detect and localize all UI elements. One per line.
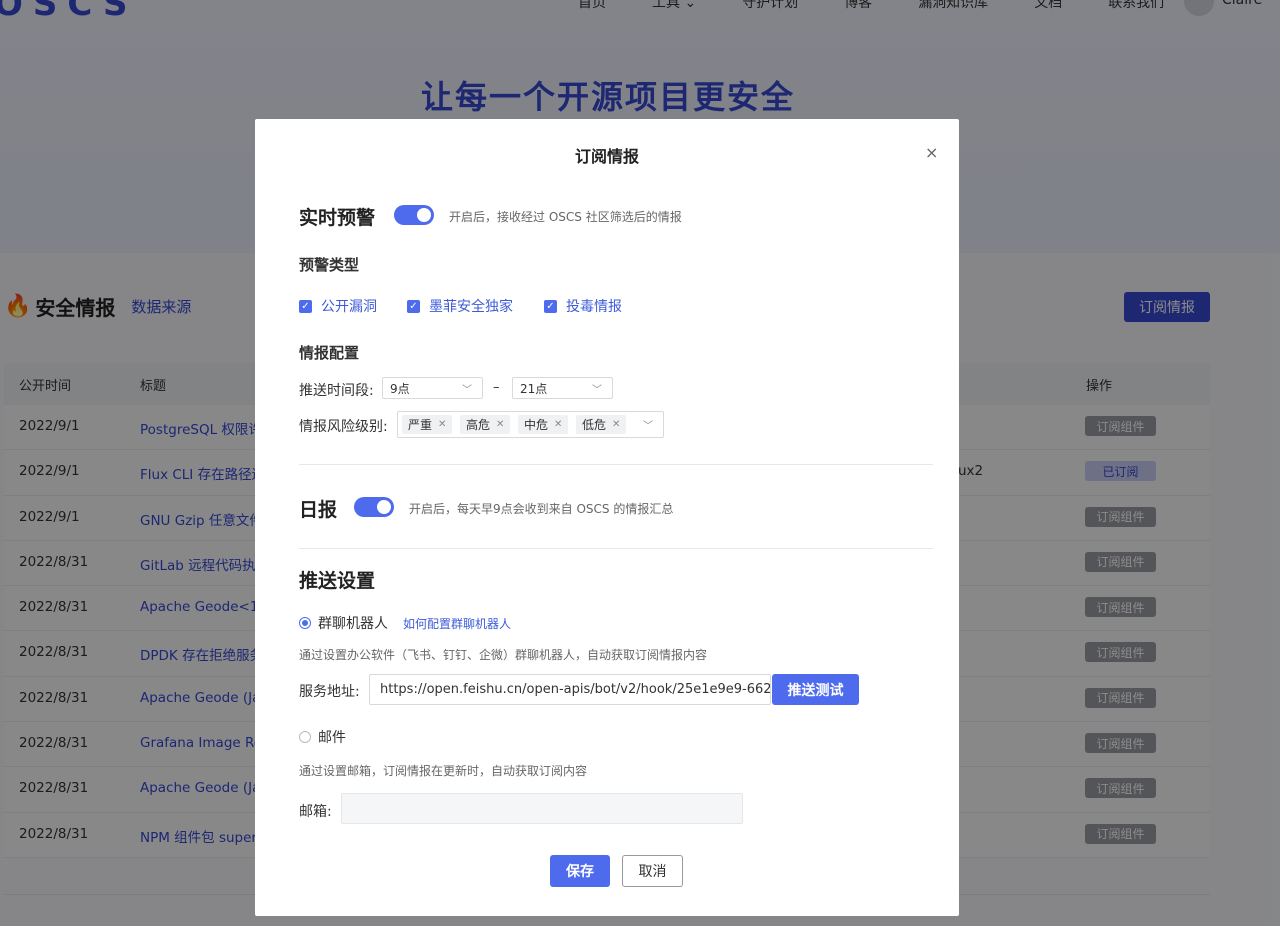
mailbox-label: 邮箱: bbox=[299, 804, 332, 820]
chevron-down-icon: ﹀ bbox=[643, 421, 653, 432]
daily-report-hint: 开启后，每天早9点会收到来自 OSCS 的情报汇总 bbox=[409, 502, 674, 516]
radio-group-robot[interactable]: 群聊机器人 bbox=[299, 613, 388, 633]
risk-level-multiselect[interactable]: 严重 ✕ 高危 ✕ 中危 ✕ 低危 ✕ ﹀ bbox=[397, 411, 664, 438]
cancel-button[interactable]: 取消 bbox=[622, 855, 683, 887]
checkbox-label: 公开漏洞 bbox=[321, 299, 377, 315]
tag-label: 低危 bbox=[582, 418, 607, 432]
radio-label: 邮件 bbox=[318, 730, 346, 746]
checkbox-label: 墨菲安全独家 bbox=[429, 299, 513, 315]
realtime-alert-toggle[interactable] bbox=[394, 205, 434, 225]
chevron-down-icon: ﹀ bbox=[462, 385, 472, 396]
subscribe-modal: 订阅情报 × 实时预警 开启后，接收经过 OSCS 社区筛选后的情报 预警类型 … bbox=[255, 119, 959, 916]
radio-label: 群聊机器人 bbox=[318, 616, 388, 632]
alert-type-label: 预警类型 bbox=[299, 256, 360, 274]
close-icon[interactable]: ✕ bbox=[438, 419, 446, 430]
email-description: 通过设置邮箱，订阅情报在更新时，自动获取订阅内容 bbox=[299, 764, 588, 778]
check-icon: ✓ bbox=[544, 299, 557, 313]
mailbox-input[interactable] bbox=[341, 793, 743, 824]
time-end-select[interactable]: 21点 ﹀ bbox=[512, 377, 613, 399]
checkbox-poison-intel[interactable]: ✓ 投毒情报 bbox=[544, 296, 622, 316]
service-address-input[interactable]: https://open.feishu.cn/open-apis/bot/v2/… bbox=[369, 674, 771, 705]
section-divider bbox=[299, 548, 933, 549]
radio-unselected-icon bbox=[299, 731, 311, 743]
close-icon[interactable]: ✕ bbox=[612, 419, 620, 430]
radio-selected-icon bbox=[299, 617, 311, 629]
checkbox-label: 投毒情报 bbox=[566, 299, 622, 315]
chevron-down-icon: ﹀ bbox=[592, 385, 602, 396]
daily-report-toggle[interactable] bbox=[354, 497, 394, 517]
tag-label: 严重 bbox=[408, 418, 433, 432]
realtime-alert-hint: 开启后，接收经过 OSCS 社区筛选后的情报 bbox=[449, 210, 682, 224]
checkbox-murphy-exclusive[interactable]: ✓ 墨菲安全独家 bbox=[407, 296, 513, 316]
service-address-label: 服务地址: bbox=[299, 684, 360, 700]
tag-label: 高危 bbox=[466, 418, 491, 432]
robot-help-link[interactable]: 如何配置群聊机器人 bbox=[403, 615, 511, 632]
close-icon[interactable]: ✕ bbox=[554, 419, 562, 430]
risk-level-label: 情报风险级别: bbox=[299, 419, 388, 435]
check-icon: ✓ bbox=[299, 299, 312, 313]
select-value: 21点 bbox=[520, 381, 548, 396]
close-icon[interactable]: × bbox=[925, 143, 938, 162]
checkbox-public-vuln[interactable]: ✓ 公开漏洞 bbox=[299, 296, 377, 316]
risk-tag-high: 高危 ✕ bbox=[460, 415, 511, 434]
push-time-label: 推送时间段: bbox=[299, 383, 374, 399]
tag-label: 中危 bbox=[524, 418, 549, 432]
risk-tag-low: 低危 ✕ bbox=[576, 415, 627, 434]
toggle-knob bbox=[377, 500, 391, 514]
section-divider bbox=[299, 464, 933, 465]
realtime-alert-label: 实时预警 bbox=[299, 207, 376, 229]
toggle-knob bbox=[417, 208, 431, 222]
radio-email[interactable]: 邮件 bbox=[299, 727, 346, 747]
intel-config-label: 情报配置 bbox=[299, 344, 360, 362]
push-test-button[interactable]: 推送测试 bbox=[772, 674, 859, 705]
save-button[interactable]: 保存 bbox=[550, 855, 610, 887]
risk-tag-critical: 严重 ✕ bbox=[402, 415, 453, 434]
close-icon[interactable]: ✕ bbox=[496, 419, 504, 430]
select-value: 9点 bbox=[390, 381, 410, 396]
modal-title: 订阅情报 bbox=[574, 147, 639, 166]
risk-tag-medium: 中危 ✕ bbox=[518, 415, 569, 434]
push-settings-label: 推送设置 bbox=[299, 570, 376, 592]
robot-description: 通过设置办公软件（飞书、钉钉、企微）群聊机器人，自动获取订阅情报内容 bbox=[299, 648, 708, 662]
daily-report-label: 日报 bbox=[299, 499, 338, 521]
time-start-select[interactable]: 9点 ﹀ bbox=[382, 377, 483, 399]
check-icon: ✓ bbox=[407, 299, 420, 313]
time-range-dash: – bbox=[493, 380, 500, 395]
